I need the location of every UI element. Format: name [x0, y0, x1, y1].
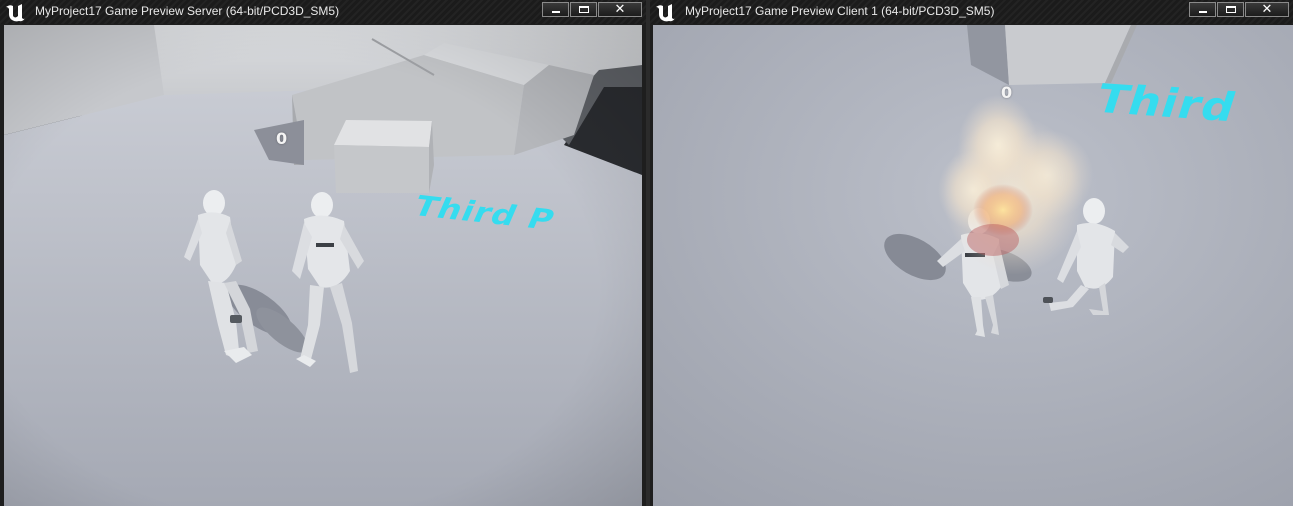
maximize-button[interactable]	[570, 2, 597, 17]
minimize-icon	[1199, 11, 1207, 13]
maximize-icon	[1226, 6, 1236, 13]
minimize-icon	[552, 11, 560, 13]
client-window: MyProject17 Game Preview Client 1 (64-bi…	[650, 0, 1293, 506]
window-controls: ✕	[541, 2, 642, 18]
close-icon: ✕	[1261, 2, 1273, 17]
maximize-button[interactable]	[1217, 2, 1244, 17]
client-titlebar[interactable]: MyProject17 Game Preview Client 1 (64-bi…	[650, 0, 1293, 24]
server-game-viewport[interactable]: 0 Third P	[4, 25, 642, 506]
client-game-viewport[interactable]: 0 Third	[653, 25, 1293, 506]
maximize-icon	[579, 6, 589, 13]
minimize-button[interactable]	[542, 2, 569, 17]
score-label: 0	[1001, 83, 1013, 102]
score-label: 0	[276, 129, 288, 148]
server-scene	[4, 25, 642, 506]
unreal-logo-icon	[656, 4, 675, 22]
window-title: MyProject17 Game Preview Server (64-bit/…	[35, 4, 340, 18]
close-button[interactable]: ✕	[598, 2, 642, 17]
close-icon: ✕	[614, 2, 626, 17]
window-title: MyProject17 Game Preview Client 1 (64-bi…	[685, 4, 995, 18]
unreal-logo-icon	[6, 4, 25, 22]
close-button[interactable]: ✕	[1245, 2, 1289, 17]
server-window: MyProject17 Game Preview Server (64-bit/…	[0, 0, 646, 506]
window-controls: ✕	[1188, 2, 1289, 18]
minimize-button[interactable]	[1189, 2, 1216, 17]
server-titlebar[interactable]: MyProject17 Game Preview Server (64-bit/…	[0, 0, 646, 24]
floor-text-label: Third	[1090, 75, 1243, 131]
